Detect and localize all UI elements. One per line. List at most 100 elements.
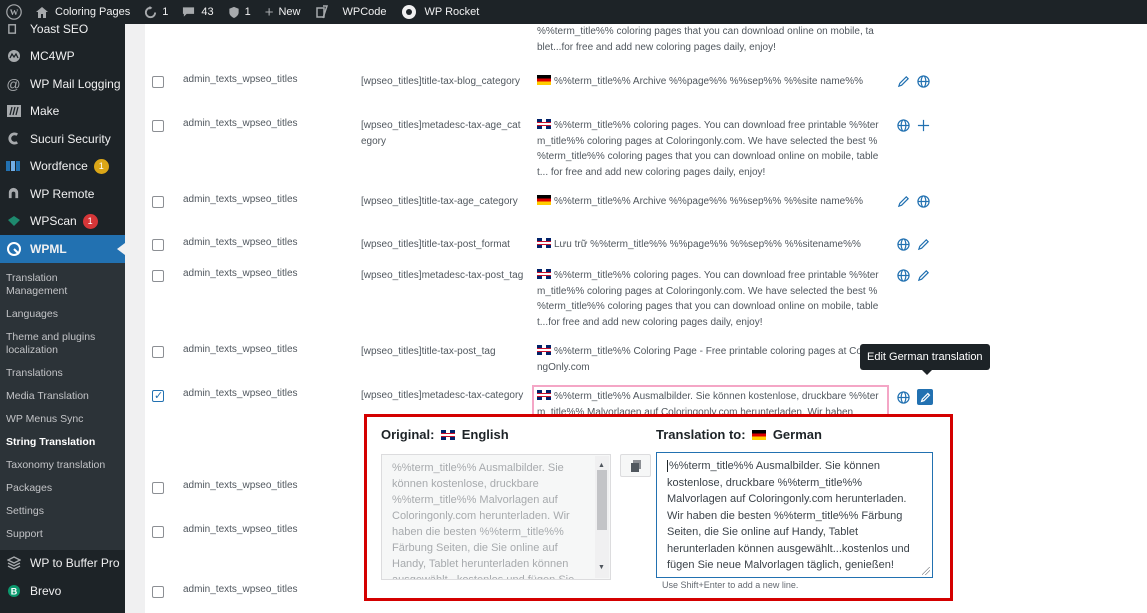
menu-wpml[interactable]: WPML <box>0 235 125 263</box>
original-scrollbar[interactable]: ▲ ▼ <box>595 456 609 578</box>
wprocket-link[interactable]: WP Rocket <box>394 0 487 24</box>
menu-label: WP Remote <box>30 186 95 201</box>
text-cursor <box>667 460 668 472</box>
string-value: %%term_title%% coloring pages. You can d… <box>537 119 879 178</box>
submenu-languages[interactable]: Languages <box>0 303 125 326</box>
menu-yoast-seo[interactable]: Yoast SEO <box>0 24 125 43</box>
comment-icon <box>183 7 195 17</box>
submenu-media-translation[interactable]: Media Translation <box>0 385 125 408</box>
string-name: [wpseo_titles]metadesc-tax-age_category <box>361 120 521 147</box>
submenu-support[interactable]: Support <box>0 523 125 546</box>
translation-text-area[interactable]: %%term_title%% Ausmalbilder. Sie können … <box>656 452 933 578</box>
yoast-icon <box>6 24 21 36</box>
menu-wordfence[interactable]: Wordfence 1 <box>0 153 125 181</box>
scroll-down-icon[interactable]: ▼ <box>598 560 605 576</box>
new-content-link[interactable]: + New <box>258 0 308 24</box>
submenu-packages[interactable]: Packages <box>0 477 125 500</box>
copy-icon <box>630 459 641 472</box>
selected-string-value[interactable]: %%term_title%% Ausmalbilder. Sie können … <box>532 385 889 416</box>
scrollbar-thumb[interactable] <box>597 470 607 530</box>
row-checkbox[interactable] <box>152 526 164 538</box>
updates-count: 1 <box>162 6 169 18</box>
original-text-area[interactable]: %%term_title%% Ausmalbilder. Sie können … <box>381 454 611 580</box>
menu-label: Yoast SEO <box>30 24 89 36</box>
submenu-settings[interactable]: Settings <box>0 500 125 523</box>
menu-wpscan[interactable]: WPScan 1 <box>0 208 125 236</box>
at-icon: @ <box>6 75 21 92</box>
row-checkbox[interactable] <box>152 239 164 251</box>
string-name: [wpseo_titles]title-tax-post_tag <box>361 346 496 357</box>
globe-icon[interactable] <box>897 238 910 251</box>
site-name-link[interactable]: Coloring Pages <box>28 0 137 24</box>
wpcode-link[interactable]: WPCode <box>336 0 394 24</box>
comments-link[interactable]: 43 <box>175 0 220 24</box>
row-checkbox[interactable] <box>152 346 164 358</box>
row-checkbox[interactable] <box>152 76 164 88</box>
copy-original-button[interactable] <box>620 454 651 477</box>
wprocket-icon <box>401 5 416 19</box>
pencil-icon[interactable] <box>897 195 910 208</box>
admin-bar: W Coloring Pages 1 43 1 + New WPCode WP … <box>0 0 1147 24</box>
submenu-theme-plugins-localization[interactable]: Theme and plugins localization <box>0 326 125 362</box>
submenu-translations[interactable]: Translations <box>0 362 125 385</box>
scroll-up-icon[interactable]: ▲ <box>598 458 605 474</box>
menu-make[interactable]: Make <box>0 98 125 126</box>
row-checkbox[interactable] <box>152 482 164 494</box>
row-checkbox[interactable] <box>152 270 164 282</box>
pencil-icon[interactable] <box>917 269 930 282</box>
menu-label: WP Mail Logging <box>30 76 121 91</box>
menu-label: MC4WP <box>30 49 75 64</box>
globe-icon[interactable] <box>897 269 910 282</box>
english-flag-icon <box>537 238 551 248</box>
row-checkbox[interactable] <box>152 196 164 208</box>
submenu-taxonomy-translation[interactable]: Taxonomy translation <box>0 454 125 477</box>
submenu-string-translation[interactable]: String Translation <box>0 431 125 454</box>
globe-icon[interactable] <box>917 75 930 88</box>
string-name: [wpseo_titles]title-tax-post_format <box>361 239 510 250</box>
menu-mc4wp[interactable]: MC4WP <box>0 43 125 71</box>
updates-link[interactable]: 1 <box>137 0 175 24</box>
make-icon <box>6 104 21 119</box>
menu-brevo[interactable]: B Brevo <box>0 577 125 605</box>
string-value: %%term_title%% Archive %%page%% %%sep%% … <box>537 194 879 210</box>
translation-header: Translation to: German <box>656 427 822 442</box>
pencil-icon[interactable] <box>897 75 910 88</box>
string-name: [wpseo_titles]metadesc-tax-post_tag <box>361 270 524 281</box>
edit-translation-tooltip: Edit German translation <box>860 344 990 375</box>
string-context: admin_texts_wpseo_titles <box>183 584 298 595</box>
string-value: %%term_title%% Archive %%page%% %%sep%% … <box>537 74 879 90</box>
resize-handle[interactable] <box>922 567 930 575</box>
globe-icon[interactable] <box>917 195 930 208</box>
globe-icon[interactable] <box>897 390 910 404</box>
plus-icon[interactable] <box>917 119 930 132</box>
german-flag-icon <box>752 430 767 440</box>
yoast-icon <box>315 5 328 19</box>
original-label: Original: <box>381 427 435 442</box>
menu-wp-mail-logging[interactable]: @ WP Mail Logging <box>0 70 125 98</box>
wpscan-icon <box>6 214 21 229</box>
string-context: admin_texts_wpseo_titles <box>183 524 298 535</box>
globe-icon[interactable] <box>897 119 910 132</box>
wordpress-logo-icon[interactable]: W <box>0 0 28 24</box>
new-label: New <box>278 6 301 18</box>
translation-editor-panel: Original: English Translation to: German… <box>364 414 953 601</box>
wpcode-label: WPCode <box>342 6 387 18</box>
string-context: admin_texts_wpseo_titles <box>183 237 298 248</box>
pencil-icon[interactable] <box>917 238 930 251</box>
edit-german-translation-button[interactable] <box>917 389 933 405</box>
yoast-admin-link[interactable] <box>308 0 336 24</box>
english-flag-icon <box>537 269 551 279</box>
menu-sucuri-security[interactable]: Sucuri Security <box>0 125 125 153</box>
submenu-wp-menus-sync[interactable]: WP Menus Sync <box>0 408 125 431</box>
original-text: %%term_title%% Ausmalbilder. Sie können … <box>392 462 575 580</box>
menu-wp-to-buffer-pro[interactable]: WP to Buffer Pro <box>0 550 125 578</box>
security-link[interactable]: 1 <box>221 0 258 24</box>
english-flag-icon <box>537 390 551 400</box>
row-checkbox[interactable] <box>152 120 164 132</box>
row-checkbox-checked[interactable] <box>152 389 164 402</box>
string-value: Lưu trữ %%term_title%% %%page%% %%sep%% … <box>537 237 879 253</box>
row-checkbox[interactable] <box>152 586 164 598</box>
submenu-translation-management[interactable]: Translation Management <box>0 267 125 303</box>
original-language: English <box>461 427 509 442</box>
menu-wp-remote[interactable]: WP Remote <box>0 180 125 208</box>
